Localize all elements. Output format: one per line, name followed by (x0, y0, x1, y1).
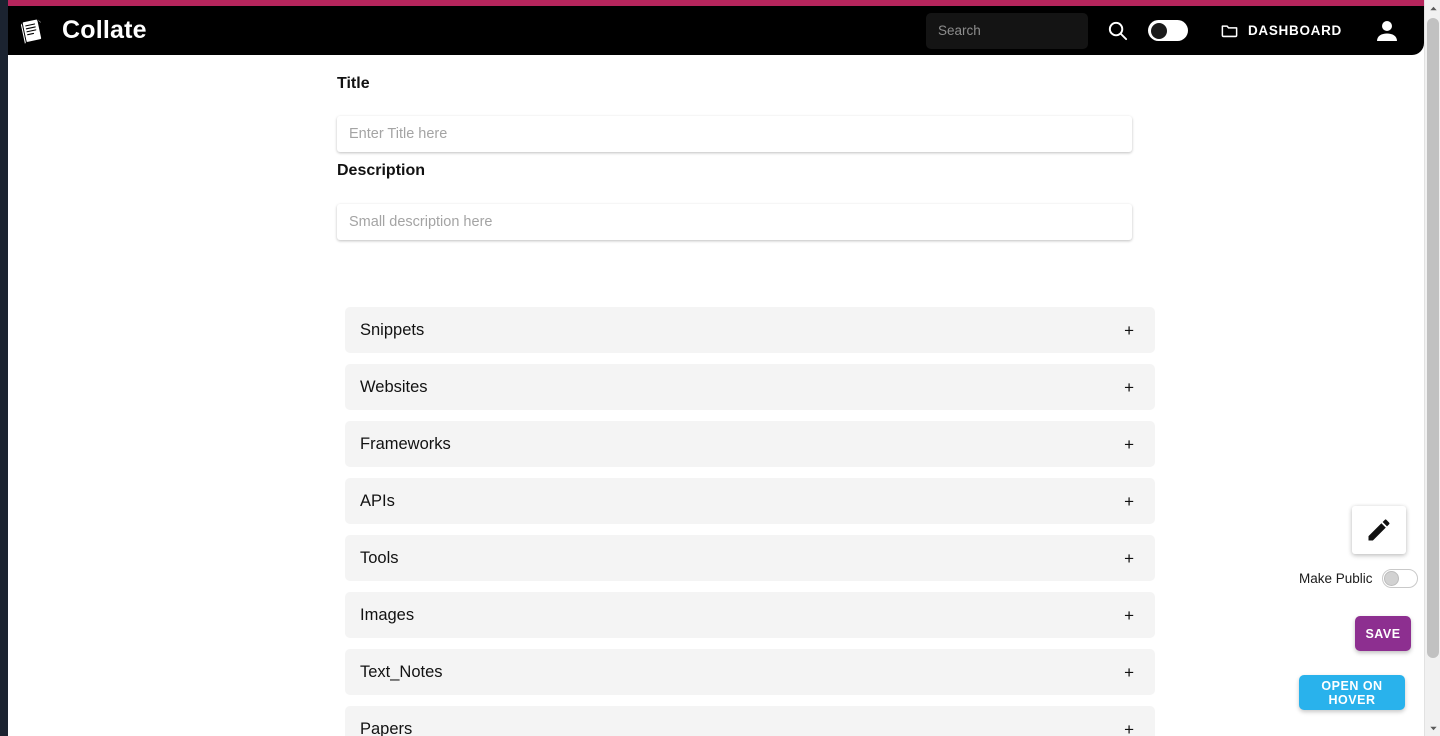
accordion-label: Papers (360, 719, 413, 736)
plus-icon[interactable]: + (1124, 379, 1134, 396)
plus-icon[interactable]: + (1124, 493, 1134, 510)
plus-icon[interactable]: + (1124, 721, 1134, 736)
accordion-item-apis[interactable]: APIs + (345, 478, 1155, 524)
scroll-up-arrow[interactable] (1425, 0, 1440, 16)
accordion-label: APIs (360, 491, 395, 510)
dashboard-label: DASHBOARD (1247, 23, 1342, 38)
brand[interactable]: Collate (18, 16, 147, 46)
navbar-right-group: DASHBOARD (925, 6, 1424, 55)
accordion-item-tools[interactable]: Tools + (345, 535, 1155, 581)
chevron-up-icon (1429, 6, 1437, 10)
collection-form: Title Description (337, 75, 1139, 240)
accordion-label: Frameworks (360, 434, 451, 453)
title-input[interactable] (337, 116, 1132, 152)
notebook-icon (18, 16, 48, 46)
theme-toggle[interactable] (1147, 20, 1188, 41)
accordion-label: Snippets (360, 320, 425, 339)
description-label: Description (337, 162, 426, 179)
accordion-label: Text_Notes (360, 662, 443, 681)
accordion-item-frameworks[interactable]: Frameworks + (345, 421, 1155, 467)
brand-name: Collate (62, 16, 147, 44)
make-public-toggle[interactable] (1381, 569, 1418, 588)
title-input-wrap (337, 101, 1139, 152)
title-field-group: Title (337, 75, 1139, 152)
search-box[interactable] (925, 12, 1088, 49)
accordion-item-websites[interactable]: Websites + (345, 364, 1155, 410)
search-button[interactable] (1102, 15, 1134, 47)
top-navbar: Collate DASHBOARD (0, 6, 1424, 55)
scroll-down-arrow[interactable] (1425, 720, 1440, 736)
app-root: Collate DASHBOARD (0, 0, 1440, 736)
search-input[interactable] (937, 23, 1076, 38)
person-icon (1377, 20, 1397, 41)
make-public-control: Make Public (1299, 569, 1418, 588)
account-button[interactable] (1370, 14, 1404, 48)
page-content: Title Description Snippets + Websites + (0, 55, 1424, 736)
plus-icon[interactable]: + (1124, 436, 1134, 453)
search-icon (1109, 21, 1128, 41)
pencil-icon (1368, 519, 1390, 541)
edit-button[interactable] (1352, 506, 1406, 554)
vertical-scrollbar[interactable] (1424, 0, 1440, 736)
accordion-item-papers[interactable]: Papers + (345, 706, 1155, 736)
open-on-hover-button[interactable]: OPEN ON HOVER (1299, 675, 1405, 710)
folder-icon (1221, 25, 1238, 38)
theme-toggle-knob (1150, 22, 1167, 39)
scrollbar-thumb[interactable] (1427, 18, 1439, 658)
title-label: Title (337, 75, 370, 92)
plus-icon[interactable]: + (1124, 607, 1134, 624)
category-accordion: Snippets + Websites + Frameworks + APIs … (345, 307, 1155, 736)
plus-icon[interactable]: + (1124, 322, 1134, 339)
save-button[interactable]: SAVE (1355, 616, 1411, 651)
description-input-wrap (337, 188, 1139, 240)
description-input[interactable] (337, 204, 1132, 240)
description-field-group: Description (337, 162, 1139, 240)
accordion-item-text-notes[interactable]: Text_Notes + (345, 649, 1155, 695)
dashboard-link[interactable]: DASHBOARD (1220, 21, 1342, 40)
plus-icon[interactable]: + (1124, 550, 1134, 567)
accordion-label: Websites (360, 377, 428, 396)
make-public-label: Make Public (1299, 571, 1373, 586)
accordion-item-snippets[interactable]: Snippets + (345, 307, 1155, 353)
accordion-item-images[interactable]: Images + (345, 592, 1155, 638)
left-edge-strip (0, 0, 8, 736)
chevron-down-icon (1429, 726, 1437, 730)
accordion-label: Tools (360, 548, 399, 567)
make-public-toggle-knob (1383, 571, 1399, 586)
accordion-label: Images (360, 605, 415, 624)
plus-icon[interactable]: + (1124, 664, 1134, 681)
